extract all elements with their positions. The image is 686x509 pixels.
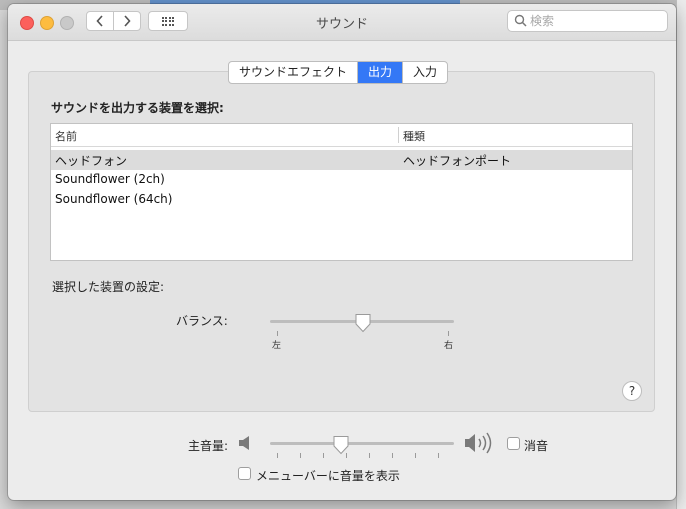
device-name: Soundflower (2ch) bbox=[55, 172, 165, 186]
volume-tick bbox=[369, 453, 370, 458]
volume-tick bbox=[415, 453, 416, 458]
table-row[interactable]: Soundflower (2ch) bbox=[51, 170, 632, 190]
device-table[interactable]: 名前 種類 ヘッドフォン ヘッドフォンポート Soundflower (2ch)… bbox=[50, 123, 633, 261]
volume-tick bbox=[300, 453, 301, 458]
search-input[interactable] bbox=[530, 13, 660, 29]
device-type: ヘッドフォンポート bbox=[403, 154, 512, 168]
volume-tick bbox=[346, 453, 347, 458]
table-row[interactable]: ヘッドフォン ヘッドフォンポート bbox=[51, 150, 632, 170]
balance-left-label: 左 bbox=[272, 341, 282, 351]
show-volume-in-menubar-label: メニューバーに音量を表示 bbox=[256, 469, 400, 483]
sound-preferences-window: サウンド サウンドエフェクト 出力 入力 サウンドを出力する装置を選択: 名前 … bbox=[8, 4, 676, 500]
mute-checkbox[interactable] bbox=[507, 437, 520, 450]
balance-label: バランス: bbox=[176, 314, 228, 328]
show-volume-in-menubar-checkbox[interactable] bbox=[238, 467, 251, 480]
tab-bar: サウンドエフェクト 出力 入力 bbox=[228, 61, 449, 84]
column-header-name[interactable]: 名前 bbox=[55, 128, 77, 144]
balance-right-label: 右 bbox=[444, 341, 454, 351]
mute-label: 消音 bbox=[524, 439, 549, 453]
device-settings-heading: 選択した装置の設定: bbox=[52, 280, 165, 294]
table-row[interactable]: Soundflower (64ch) bbox=[51, 190, 632, 210]
tab-output[interactable]: 出力 bbox=[358, 62, 404, 83]
device-name: Soundflower (64ch) bbox=[55, 192, 173, 206]
volume-tick bbox=[438, 453, 439, 458]
balance-tick-right bbox=[448, 331, 449, 336]
tab-sound-effects[interactable]: サウンドエフェクト bbox=[229, 62, 359, 83]
volume-tick bbox=[323, 453, 324, 458]
output-device-heading: サウンドを出力する装置を選択: bbox=[51, 101, 224, 115]
search-icon bbox=[514, 14, 527, 27]
help-button[interactable]: ? bbox=[622, 381, 642, 401]
speaker-high-icon bbox=[465, 432, 492, 454]
search-field[interactable] bbox=[507, 10, 668, 32]
balance-tick-left bbox=[277, 331, 278, 336]
volume-tick bbox=[277, 453, 278, 458]
output-volume-label: 主音量: bbox=[188, 439, 229, 453]
volume-tick bbox=[392, 453, 393, 458]
tab-input[interactable]: 入力 bbox=[403, 62, 447, 83]
table-header: 名前 種類 bbox=[51, 124, 632, 147]
column-header-type[interactable]: 種類 bbox=[403, 128, 425, 144]
speaker-low-icon bbox=[239, 436, 249, 450]
volume-slider-track[interactable] bbox=[270, 442, 454, 445]
column-divider bbox=[398, 127, 399, 143]
title-bar: サウンド bbox=[8, 4, 676, 41]
balance-slider-knob-icon[interactable] bbox=[354, 313, 372, 333]
volume-slider-knob-icon[interactable] bbox=[332, 435, 350, 455]
background-window-edge bbox=[676, 0, 686, 509]
device-name: ヘッドフォン bbox=[55, 154, 128, 168]
